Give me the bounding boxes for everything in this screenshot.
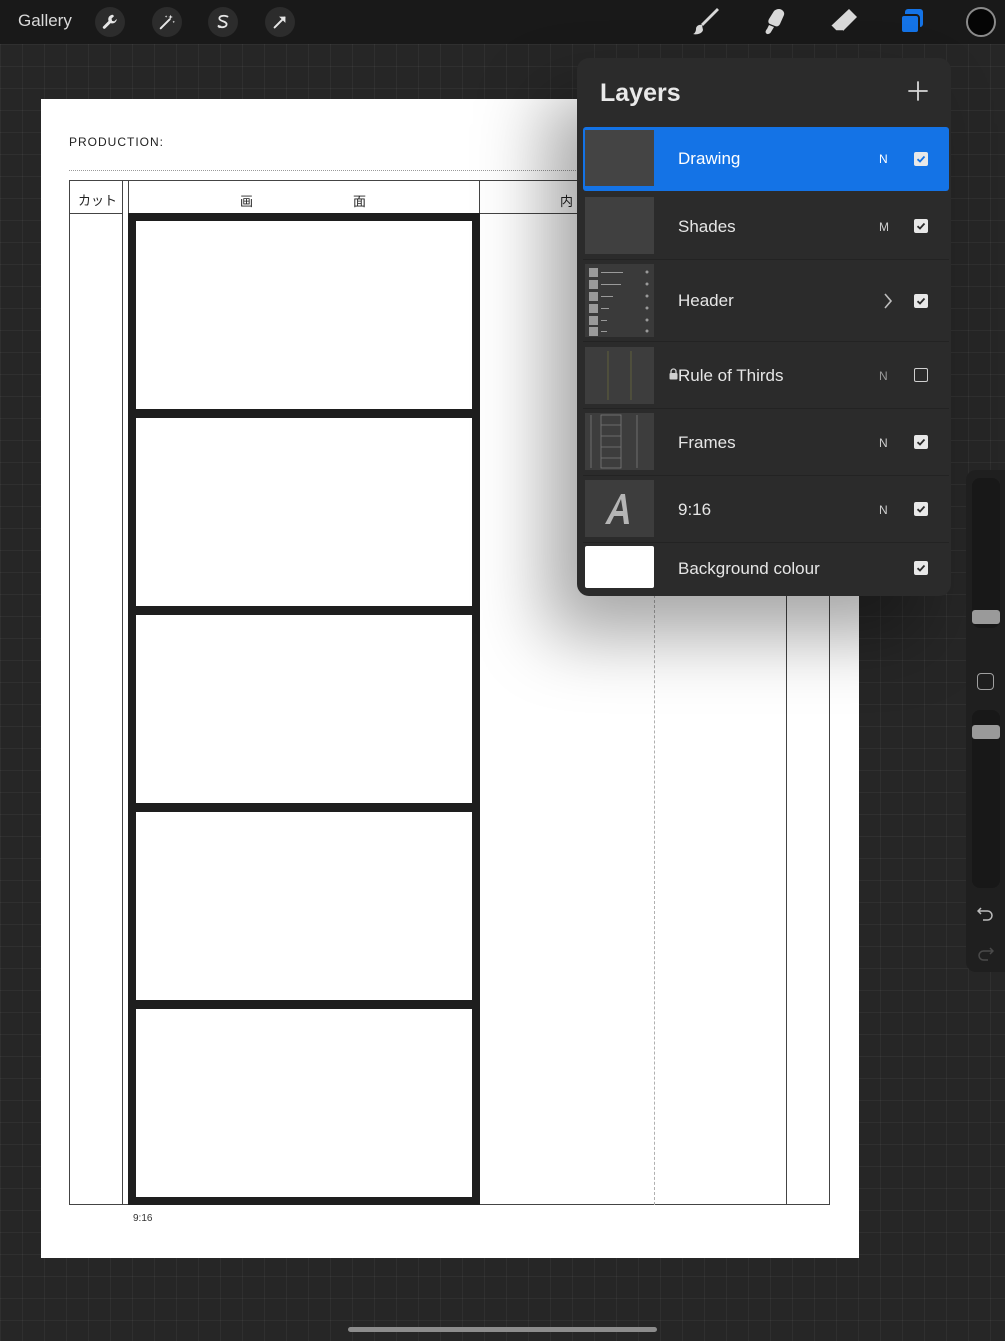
layers-panel: Layers Drawing N Shades M Header Rule of… xyxy=(577,58,951,596)
screen-header-1: 画 xyxy=(240,194,254,209)
top-toolbar: Gallery xyxy=(0,0,1005,44)
layer-thumbnail xyxy=(585,197,654,254)
visibility-checkbox[interactable] xyxy=(914,294,928,308)
layer-name: 9:16 xyxy=(678,500,712,519)
blend-mode-button[interactable]: N xyxy=(879,152,888,166)
blend-mode-button[interactable]: M xyxy=(879,220,889,234)
table-header-border xyxy=(69,213,122,214)
eraser-icon[interactable] xyxy=(828,6,860,38)
opacity-thumb[interactable] xyxy=(972,725,1000,739)
visibility-checkbox[interactable] xyxy=(914,152,928,166)
layer-row-shades[interactable]: Shades M xyxy=(583,193,949,260)
storyboard-frame[interactable] xyxy=(131,610,477,808)
storyboard-frame[interactable] xyxy=(131,807,477,1005)
table-col-line xyxy=(69,180,70,1205)
undo-icon[interactable] xyxy=(977,906,994,921)
visibility-checkbox[interactable] xyxy=(914,219,928,233)
layer-row-frames[interactable]: Frames N xyxy=(583,409,949,476)
layer-thumbnail xyxy=(585,413,654,470)
storyboard-frame[interactable] xyxy=(131,1004,477,1202)
text-a-icon xyxy=(605,494,629,524)
chevron-right-icon[interactable] xyxy=(883,292,893,310)
layer-row-header[interactable]: Header xyxy=(583,260,949,342)
modify-button[interactable] xyxy=(977,673,994,690)
smudge-icon[interactable] xyxy=(759,6,791,38)
table-col-line xyxy=(122,180,123,1205)
layer-thumbnail xyxy=(585,130,654,186)
layer-thumbnail xyxy=(585,347,654,404)
wrench-icon[interactable] xyxy=(95,7,125,37)
brush-size-slider[interactable] xyxy=(972,478,1000,628)
blend-mode-button[interactable]: N xyxy=(879,436,888,450)
visibility-checkbox[interactable] xyxy=(914,502,928,516)
visibility-checkbox[interactable] xyxy=(914,435,928,449)
group-thumbnail xyxy=(585,264,654,337)
storyboard-frame[interactable] xyxy=(131,413,477,611)
table-dashed-line xyxy=(654,595,655,1205)
brush-size-thumb[interactable] xyxy=(972,610,1000,624)
background-color-thumbnail[interactable] xyxy=(585,546,654,588)
transform-arrow-icon[interactable] xyxy=(265,7,295,37)
layer-name: Header xyxy=(678,291,734,310)
home-indicator xyxy=(348,1327,657,1332)
layer-row-rule-of-thirds[interactable]: Rule of Thirds N xyxy=(583,342,949,409)
storyboard-frame[interactable] xyxy=(131,216,477,414)
blend-mode-button[interactable]: N xyxy=(879,503,888,517)
lock-icon xyxy=(669,368,678,380)
text-layer-thumbnail xyxy=(585,480,654,537)
layers-icon[interactable] xyxy=(896,6,928,38)
layer-row-background[interactable]: Background colour xyxy=(583,543,949,593)
content-header: 内 xyxy=(560,194,574,209)
layer-name: Shades xyxy=(678,217,736,236)
layer-name: Background colour xyxy=(678,559,820,578)
selection-icon[interactable] xyxy=(208,7,238,37)
layers-title: Layers xyxy=(600,79,681,107)
blend-mode-button[interactable]: N xyxy=(879,369,888,383)
aspect-ratio-label: 9:16 xyxy=(133,1213,153,1224)
layer-name: Rule of Thirds xyxy=(678,366,784,385)
production-label: PRODUCTION: xyxy=(69,135,164,149)
brush-icon[interactable] xyxy=(691,6,723,38)
gallery-button[interactable]: Gallery xyxy=(18,11,72,31)
layer-row-drawing[interactable]: Drawing N xyxy=(583,127,949,191)
screen-header-2: 面 xyxy=(353,194,367,209)
plus-icon[interactable] xyxy=(907,80,929,102)
visibility-checkbox[interactable] xyxy=(914,561,928,575)
cut-header: カット xyxy=(78,193,118,208)
color-picker-button[interactable] xyxy=(966,7,996,37)
magic-wand-icon[interactable] xyxy=(152,7,182,37)
redo-icon[interactable] xyxy=(977,946,994,961)
side-toolbar xyxy=(966,470,1005,972)
layer-name: Drawing xyxy=(678,149,741,168)
layer-name: Frames xyxy=(678,433,736,452)
visibility-checkbox[interactable] xyxy=(914,368,928,382)
layer-row-ratio[interactable]: 9:16 N xyxy=(583,476,949,543)
